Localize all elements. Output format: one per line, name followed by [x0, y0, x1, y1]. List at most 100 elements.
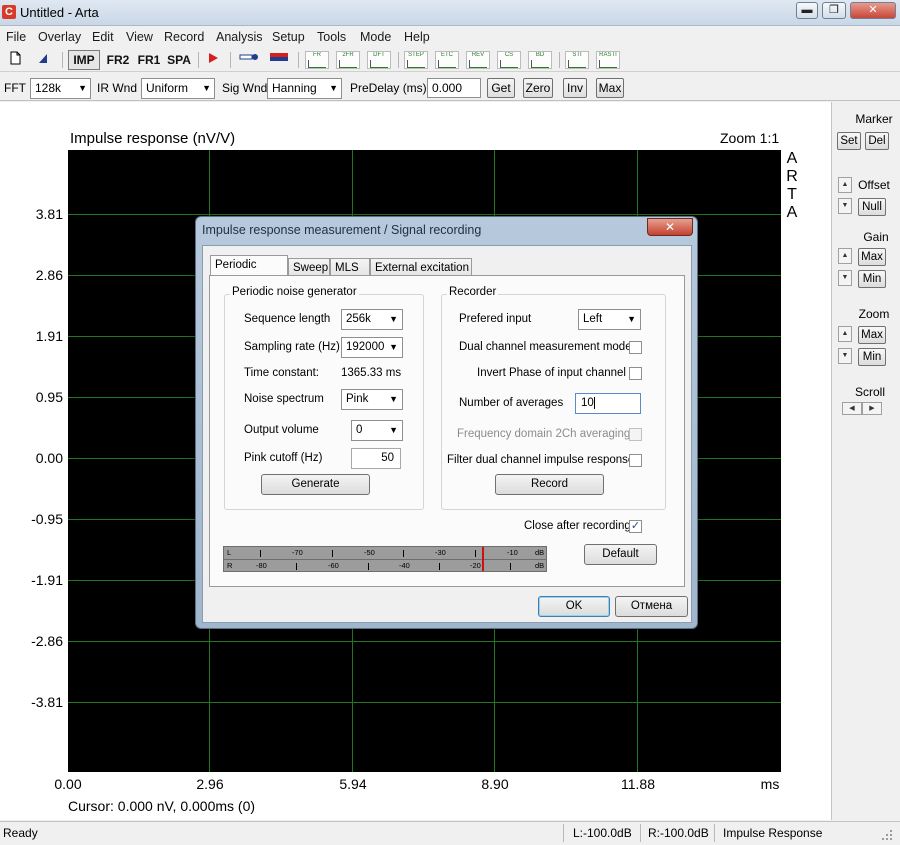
predelay-input[interactable]: 0.000 — [427, 78, 481, 98]
offset-null-button[interactable]: Null — [858, 198, 886, 216]
zoom-min-button[interactable]: Min — [858, 348, 886, 366]
signal-window-value: Hanning — [272, 81, 317, 95]
pink-cutoff-input[interactable]: 50 — [351, 448, 401, 469]
max-button[interactable]: Max — [596, 78, 624, 98]
gain-up-icon[interactable]: ▲ — [838, 248, 852, 264]
signal-icon[interactable] — [266, 50, 292, 70]
zero-button[interactable]: Zero — [523, 78, 553, 98]
invert-button[interactable]: Inv — [563, 78, 587, 98]
scroll-right-icon[interactable]: ▶ — [862, 402, 882, 415]
ir-window-select[interactable]: Uniform ▼ — [141, 78, 215, 99]
sequence-length-select[interactable]: 256k ▼ — [341, 309, 403, 330]
menu-overlay[interactable]: Overlay — [38, 30, 81, 44]
menu-view[interactable]: View — [126, 30, 153, 44]
menu-setup[interactable]: Setup — [272, 30, 305, 44]
2fr-view-icon[interactable]: 2FR — [336, 51, 360, 69]
scroll-left-icon[interactable]: ◀ — [842, 402, 862, 415]
averages-input[interactable]: 10 — [575, 393, 641, 414]
meter-right-channel-label: R — [227, 561, 233, 570]
zoom-down-icon[interactable]: ▼ — [838, 348, 852, 364]
prefered-input-select[interactable]: Left ▼ — [578, 309, 641, 330]
new-file-icon[interactable] — [4, 50, 26, 70]
fft-select[interactable]: 128k ▼ — [30, 78, 91, 99]
meter-tick — [296, 563, 297, 570]
marker-delete-button[interactable]: Del — [865, 132, 889, 150]
filter-dual-channel-checkbox[interactable] — [629, 454, 642, 467]
fr-view-icon[interactable]: FR — [305, 51, 329, 69]
title-bar: C Untitled - Arta ▬ ❐ ✕ — [0, 0, 900, 26]
sampling-rate-value: 192000 — [346, 341, 385, 353]
menu-record[interactable]: Record — [164, 30, 204, 44]
arta-logo: A R T A — [786, 150, 798, 222]
toolbar: IMP FR2 FR1 SPA FR 2FR DFT STEP ETC REV … — [0, 48, 900, 72]
etc-view-icon[interactable]: ETC — [435, 51, 459, 69]
menu-edit[interactable]: Edit — [92, 30, 114, 44]
cancel-button[interactable]: Отмена — [615, 596, 688, 617]
menu-tools[interactable]: Tools — [317, 30, 346, 44]
tab-periodic-noise[interactable]: Periodic Noise — [210, 255, 288, 289]
y-tick-label: -1.91 — [31, 572, 63, 588]
dft-view-icon[interactable]: DFT — [367, 51, 391, 69]
resize-grip-icon[interactable] — [878, 826, 894, 842]
signal-window-select[interactable]: Hanning ▼ — [267, 78, 342, 99]
close-after-recording-checkbox[interactable]: ✓ — [629, 520, 642, 533]
ok-button[interactable]: OK — [538, 596, 610, 617]
sampling-rate-select[interactable]: 192000 ▼ — [341, 337, 403, 358]
record-button[interactable]: Record — [495, 474, 604, 495]
dual-channel-checkbox[interactable] — [629, 341, 642, 354]
averages-value: 10 — [581, 397, 594, 409]
rasti-view-icon[interactable]: RASTI — [596, 51, 620, 69]
rev-view-icon[interactable]: REV — [466, 51, 490, 69]
menu-mode[interactable]: Mode — [360, 30, 391, 44]
sti-view-label: STI — [572, 52, 582, 58]
invert-phase-checkbox[interactable] — [629, 367, 642, 380]
meter-tick — [510, 563, 511, 570]
scroll-label: Scroll — [854, 385, 885, 399]
meter-tick — [368, 563, 369, 570]
get-button[interactable]: Get — [487, 78, 515, 98]
spa-mode-button[interactable]: SPA — [164, 50, 194, 70]
cs-view-icon[interactable]: CS — [497, 51, 521, 69]
dialog-close-button[interactable]: ✕ — [647, 218, 693, 236]
toolbar-separator — [230, 52, 231, 68]
freq-domain-averaging-checkbox[interactable] — [629, 428, 642, 441]
zoom-up-icon[interactable]: ▲ — [838, 326, 852, 342]
x-tick-label: 2.96 — [196, 776, 224, 792]
gain-min-button[interactable]: Min — [858, 270, 886, 288]
meter-bottom-unit: dB — [535, 561, 545, 570]
output-volume-select[interactable]: 0 ▼ — [351, 420, 403, 441]
maximize-button[interactable]: ❐ — [822, 2, 846, 19]
rev-view-label: REV — [471, 52, 485, 58]
default-button[interactable]: Default — [584, 544, 657, 565]
predelay-label: PreDelay (ms) — [350, 81, 427, 95]
status-separator — [563, 824, 564, 842]
generator-icon[interactable] — [236, 50, 262, 70]
noise-spectrum-value: Pink — [346, 393, 369, 405]
toolbar-separator — [198, 52, 199, 68]
dft-view-label: DFT — [373, 52, 385, 58]
zoom-max-button[interactable]: Max — [858, 326, 886, 344]
sti-view-icon[interactable]: STI — [565, 51, 589, 69]
menu-analysis[interactable]: Analysis — [216, 30, 263, 44]
minimize-button[interactable]: ▬ — [796, 2, 818, 19]
offset-up-icon[interactable]: ▲ — [838, 177, 852, 193]
toolbar-separator — [62, 52, 63, 68]
y-tick-label: 0.95 — [35, 389, 63, 405]
marker-set-button[interactable]: Set — [837, 132, 861, 150]
gain-max-button[interactable]: Max — [858, 248, 886, 266]
step-view-icon[interactable]: STEP — [404, 51, 428, 69]
fr1-mode-button[interactable]: FR1 — [134, 50, 164, 70]
offset-down-icon[interactable]: ▼ — [838, 198, 852, 214]
bd-view-icon[interactable]: BD — [528, 51, 552, 69]
gain-down-icon[interactable]: ▼ — [838, 270, 852, 286]
noise-spectrum-select[interactable]: Pink ▼ — [341, 389, 403, 410]
generate-button[interactable]: Generate — [261, 474, 370, 495]
close-button[interactable]: ✕ — [850, 2, 896, 19]
open-file-icon[interactable] — [32, 50, 54, 70]
play-icon[interactable] — [202, 50, 224, 70]
prefered-input-value: Left — [583, 313, 603, 325]
imp-mode-button[interactable]: IMP — [68, 50, 100, 70]
menu-help[interactable]: Help — [404, 30, 430, 44]
fr2-mode-button[interactable]: FR2 — [102, 50, 134, 70]
menu-file[interactable]: File — [6, 30, 26, 44]
